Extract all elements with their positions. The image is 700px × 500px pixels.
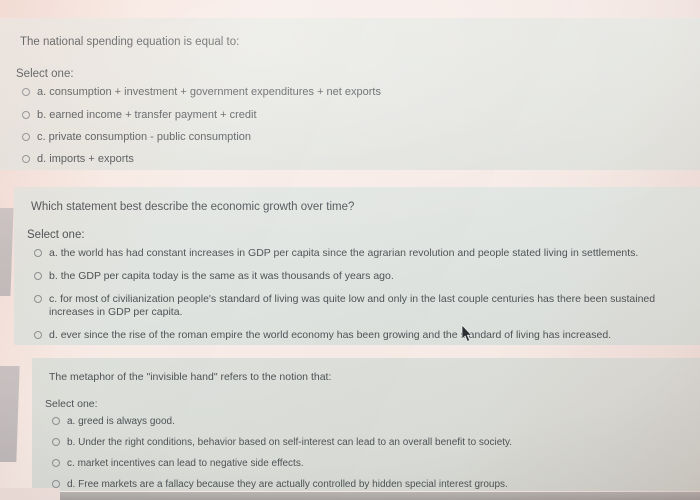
- question-3-option-c[interactable]: c. market incentives can lead to negativ…: [52, 457, 682, 470]
- bottom-edge-band: [0, 492, 700, 500]
- option-label: b. Under the right conditions, behavior …: [67, 436, 512, 449]
- option-label: a. consumption + investment + government…: [37, 86, 381, 99]
- question-1-option-d[interactable]: d. imports + exports: [22, 153, 662, 166]
- option-key: d.: [67, 479, 76, 490]
- radio-icon[interactable]: [34, 272, 42, 280]
- option-label: a. greed is always good.: [67, 415, 175, 428]
- option-key: a.: [37, 86, 47, 98]
- option-text: private consumption - public consumption: [48, 131, 252, 143]
- question-1-prompt: The national spending equation is equal …: [20, 36, 240, 48]
- option-key: d.: [49, 329, 58, 341]
- option-text: Free markets are a fallacy because they …: [78, 479, 508, 490]
- option-key: c.: [49, 293, 58, 305]
- option-key: b.: [67, 437, 76, 448]
- radio-icon[interactable]: [52, 417, 60, 425]
- question-card-2: Which statement best describe the econom…: [14, 187, 700, 345]
- left-edge-panel-fragment-lower: [0, 366, 20, 462]
- question-card-1: The national spending equation is equal …: [0, 18, 700, 170]
- option-text: market incentives can lead to negative s…: [77, 458, 304, 469]
- option-text: greed is always good.: [78, 416, 175, 427]
- option-key: b.: [37, 109, 47, 121]
- option-text: Under the right conditions, behavior bas…: [78, 437, 513, 448]
- option-key: d.: [37, 153, 47, 165]
- question-2-select-label: Select one:: [27, 229, 85, 241]
- question-3-option-b[interactable]: b. Under the right conditions, behavior …: [52, 436, 682, 449]
- option-key: c.: [37, 131, 46, 143]
- option-key: c.: [67, 458, 75, 469]
- option-label: d. ever since the rise of the roman empi…: [49, 329, 611, 342]
- option-label: a. the world has had constant increases …: [49, 247, 638, 260]
- radio-icon[interactable]: [52, 480, 60, 488]
- question-card-3: The metaphor of the "invisible hand" ref…: [32, 358, 700, 491]
- option-key: b.: [49, 270, 58, 282]
- option-text: ever since the rise of the roman empire …: [60, 329, 612, 341]
- option-key: a.: [49, 247, 58, 259]
- question-3-option-d[interactable]: d. Free markets are a fallacy because th…: [52, 478, 682, 491]
- option-label: c. for most of civilianization people's …: [49, 293, 682, 319]
- radio-icon[interactable]: [34, 249, 42, 257]
- radio-icon[interactable]: [52, 459, 60, 467]
- radio-icon[interactable]: [22, 133, 30, 141]
- question-1-option-a[interactable]: a. consumption + investment + government…: [22, 86, 662, 99]
- radio-icon[interactable]: [22, 155, 30, 163]
- option-text: imports + exports: [49, 153, 134, 165]
- option-label: b. earned income + transfer payment + cr…: [37, 109, 257, 122]
- option-label: d. Free markets are a fallacy because th…: [67, 478, 508, 491]
- radio-icon[interactable]: [22, 111, 30, 119]
- option-text: consumption + investment + government ex…: [49, 86, 381, 98]
- photographed-quiz-screen: The national spending equation is equal …: [0, 0, 700, 500]
- question-1-option-c[interactable]: c. private consumption - public consumpt…: [22, 131, 662, 144]
- question-2-option-b[interactable]: b. the GDP per capita today is the same …: [34, 270, 684, 283]
- radio-icon[interactable]: [22, 88, 30, 96]
- radio-icon[interactable]: [52, 438, 60, 446]
- option-label: c. market incentives can lead to negativ…: [67, 457, 304, 470]
- question-2-option-c[interactable]: c. for most of civilianization people's …: [34, 293, 682, 319]
- option-label: c. private consumption - public consumpt…: [37, 131, 251, 144]
- option-text: the GDP per capita today is the same as …: [60, 270, 394, 282]
- bottom-edge-band-left-gap: [0, 488, 60, 500]
- question-1-option-b[interactable]: b. earned income + transfer payment + cr…: [22, 109, 662, 122]
- question-1-select-label: Select one:: [16, 68, 74, 80]
- option-label: b. the GDP per capita today is the same …: [49, 270, 394, 283]
- question-2-option-a[interactable]: a. the world has had constant increases …: [34, 247, 684, 260]
- option-label: d. imports + exports: [37, 153, 134, 166]
- question-3-option-a[interactable]: a. greed is always good.: [52, 415, 682, 428]
- question-3-prompt: The metaphor of the "invisible hand" ref…: [49, 371, 332, 383]
- question-2-prompt: Which statement best describe the econom…: [31, 201, 355, 213]
- option-text: the world has had constant increases in …: [60, 247, 639, 259]
- option-text: earned income + transfer payment + credi…: [49, 109, 257, 121]
- question-3-select-label: Select one:: [45, 398, 98, 410]
- option-key: a.: [67, 416, 76, 427]
- question-2-option-d[interactable]: d. ever since the rise of the roman empi…: [34, 329, 684, 342]
- radio-icon[interactable]: [34, 331, 42, 339]
- option-text: for most of civilianization people's sta…: [49, 293, 656, 318]
- radio-icon[interactable]: [34, 295, 42, 303]
